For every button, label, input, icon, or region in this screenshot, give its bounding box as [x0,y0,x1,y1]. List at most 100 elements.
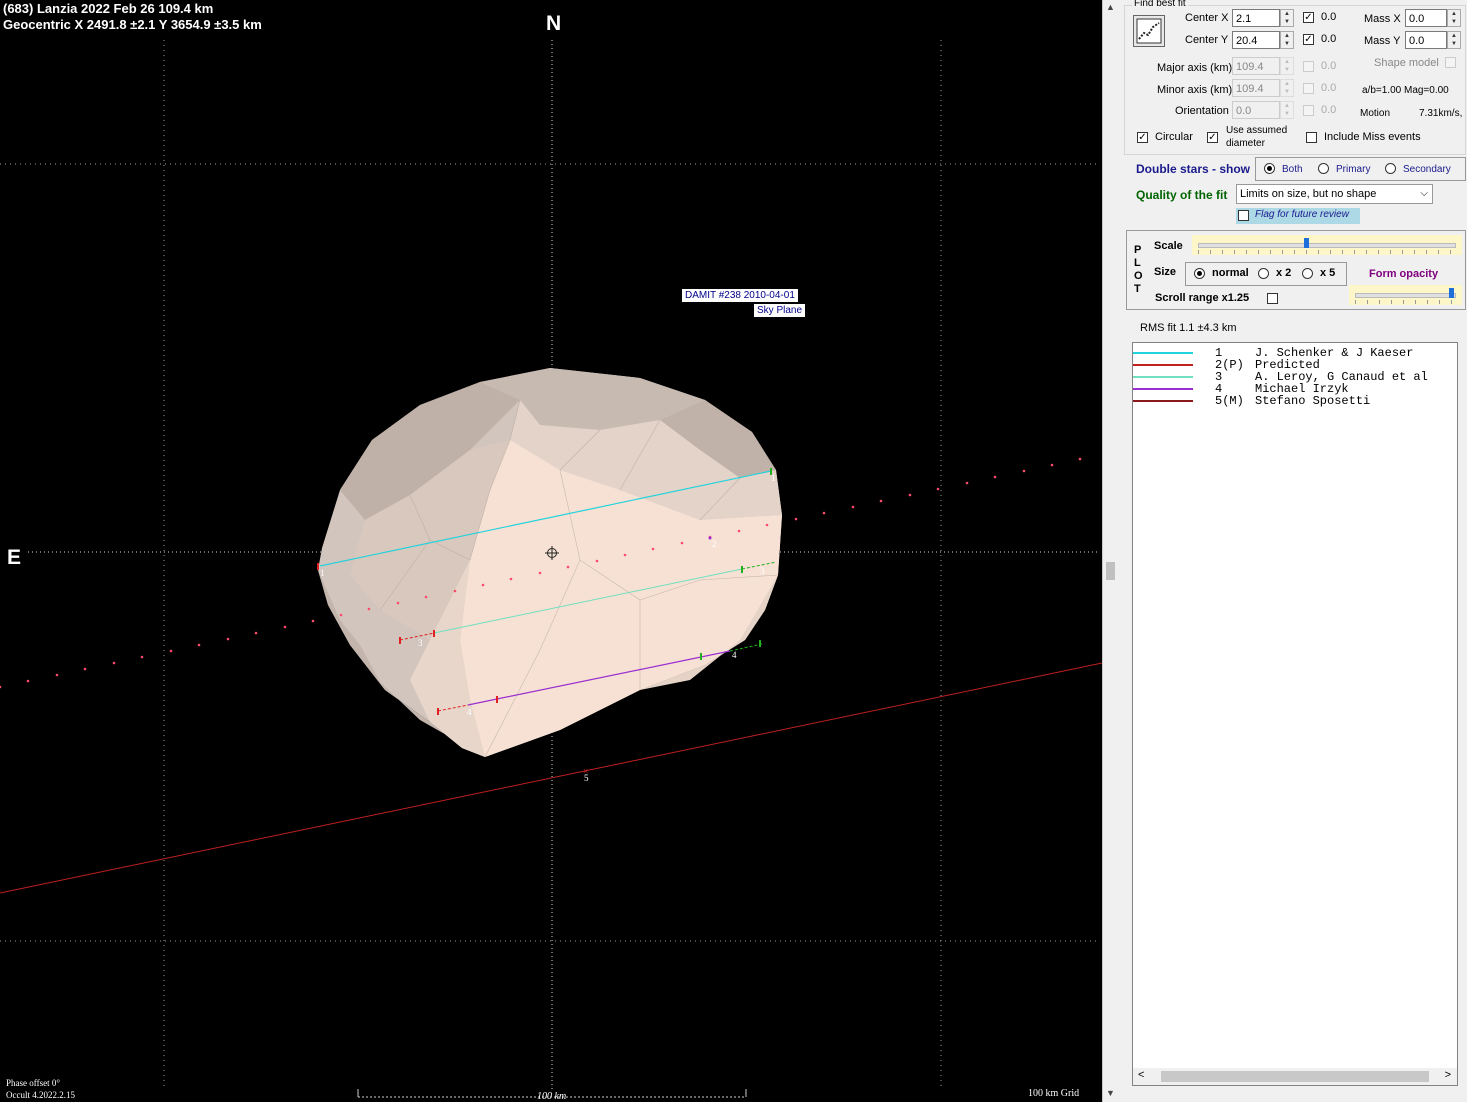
chord-label: 4 [467,707,472,717]
chevron-down-icon: ⌵ [1420,188,1428,199]
orientation-spinner[interactable]: ▲ ▼ [1280,101,1294,119]
north-label: N [546,12,562,35]
mass-y-input[interactable]: 0.0 [1405,31,1447,49]
phase-offset: Phase offset 0° [6,1078,60,1088]
grid-label: 100 km Grid [1028,1088,1080,1099]
center-y-spinner[interactable]: ▲ ▼ [1280,31,1294,49]
scale-bar-label: 100 km [537,1091,567,1102]
minor-axis-check-value: 0.0 [1321,82,1337,94]
scroll-right-icon[interactable]: > [1445,1069,1451,1081]
mass-x-spinner[interactable]: ▲ ▼ [1447,9,1461,27]
ab-mag-readout: a/b=1.00 Mag=0.00 [1362,85,1449,96]
scale-slider-knob[interactable] [1304,238,1310,248]
east-label: E [7,546,22,569]
ds-secondary-label: Secondary [1403,164,1451,175]
fit-chart-icon [1136,18,1162,44]
size-x2-radio[interactable] [1258,268,1269,279]
quality-select[interactable]: Limits on size, but no shape ⌵ [1236,184,1433,204]
chord-label: 1 [320,568,325,578]
legend-row: 5(M) Stefano Sposetti [1133,395,1457,407]
major-axis-checkbox[interactable] [1303,61,1314,72]
double-stars-label: Double stars - show [1136,162,1251,176]
mass-x-input[interactable]: 0.0 [1405,9,1447,27]
chord-label: 5 [584,773,589,783]
shape-model-label: Shape model [1374,57,1439,69]
legend-horizontal-scrollbar[interactable]: < > [1133,1068,1457,1085]
circular-label: Circular [1155,131,1193,143]
scroll-up-icon[interactable]: ▲ [1106,2,1115,12]
version-label: Occult 4.2022.2.15 [6,1090,75,1100]
minor-axis-input[interactable]: 109.4 [1232,79,1280,97]
geocentric-coordinates: Geocentric X 2491.8 ±2.1 Y 3654.9 ±3.5 k… [3,17,262,32]
quality-select-value: Limits on size, but no shape [1240,188,1377,200]
size-normal-radio[interactable] [1194,268,1205,279]
orientation-checkbox[interactable] [1303,105,1314,116]
major-axis-spinner[interactable]: ▲ ▼ [1280,57,1294,75]
size-x5-radio[interactable] [1302,268,1313,279]
legend-scroll-thumb[interactable] [1161,1071,1429,1082]
ds-primary-label: Primary [1336,164,1371,175]
scale-slider[interactable] [1192,235,1462,255]
plot-vertical-label: PLOT [1134,244,1143,295]
quality-label: Quality of the fit [1136,188,1228,202]
diameter-label: diameter [1226,138,1265,149]
major-axis-check-value: 0.0 [1321,60,1337,72]
center-x-check-value: 0.0 [1321,11,1337,23]
find-best-fit-button[interactable] [1133,15,1165,47]
flag-review-checkbox[interactable] [1238,210,1249,221]
chord-label: 1 [771,473,776,483]
size-x5-label: x 5 [1320,267,1336,279]
center-y-checkbox[interactable]: ✓ [1303,34,1314,45]
vertical-scrollbar[interactable]: ▲ ▼ [1102,0,1119,1102]
scroll-thumb[interactable] [1106,562,1115,580]
chord-label: 3 [760,566,765,576]
rms-fit-readout: RMS fit 1.1 ±4.3 km [1140,322,1237,334]
size-label: Size [1154,266,1177,278]
orientation-input[interactable]: 0.0 [1232,101,1280,119]
legend-observer-name: Stefano Sposetti [1255,394,1371,408]
event-title: (683) Lanzia 2022 Feb 26 109.4 km [3,1,214,16]
center-x-label: Center X [1185,12,1229,24]
mass-y-spinner[interactable]: ▲ ▼ [1447,31,1461,49]
major-axis-input[interactable]: 109.4 [1232,57,1280,75]
circular-checkbox[interactable]: ✓ [1137,132,1148,143]
chord-label: 4 [732,650,737,660]
find-best-fit-label: Find best fit [1132,0,1188,9]
motion-label: Motion [1360,108,1391,119]
plot-canvas: × [0,40,1102,1098]
ds-primary-radio[interactable] [1318,163,1329,174]
minor-axis-label: Minor axis (km) [1157,84,1233,96]
center-y-input[interactable]: 20.4 [1232,31,1280,49]
chord-label: 2 [712,539,717,549]
center-x-input[interactable]: 2.1 [1232,9,1280,27]
scale-label: Scale [1154,240,1183,252]
scroll-left-icon[interactable]: < [1138,1069,1144,1081]
use-assumed-label: Use assumed [1226,125,1288,136]
ds-secondary-radio[interactable] [1385,163,1396,174]
use-assumed-diameter-checkbox[interactable]: ✓ [1207,132,1218,143]
legend-line-swatch [1133,364,1193,366]
form-opacity-slider[interactable] [1349,285,1462,305]
opacity-slider-knob[interactable] [1449,288,1455,298]
ds-both-label: Both [1282,164,1303,175]
shape-model-checkbox[interactable] [1445,57,1456,68]
size-normal-label: normal [1212,267,1249,279]
sky-plane-plot[interactable]: × (683) Lanzia 2022 Feb 26 109.4 km Geoc… [0,0,1102,1102]
asteroid-shape [318,368,782,758]
damit-model-label: DAMIT #238 2010-04-01 [682,289,798,302]
orientation-check-value: 0.0 [1321,104,1337,116]
minor-axis-checkbox[interactable] [1303,83,1314,94]
center-x-checkbox[interactable]: ✓ [1303,12,1314,23]
orientation-label: Orientation [1175,105,1229,117]
scroll-down-icon[interactable]: ▼ [1106,1088,1115,1098]
legend-line-swatch [1133,352,1193,354]
include-miss-label: Include Miss events [1324,131,1421,143]
motion-value: 7.31km/s, [1419,108,1463,119]
include-miss-checkbox[interactable] [1306,132,1317,143]
size-x2-label: x 2 [1276,267,1292,279]
center-x-spinner[interactable]: ▲ ▼ [1280,9,1294,27]
scroll-range-label: Scroll range x1.25 [1155,292,1250,304]
scroll-range-checkbox[interactable] [1267,293,1278,304]
ds-both-radio[interactable] [1264,163,1275,174]
minor-axis-spinner[interactable]: ▲ ▼ [1280,79,1294,97]
